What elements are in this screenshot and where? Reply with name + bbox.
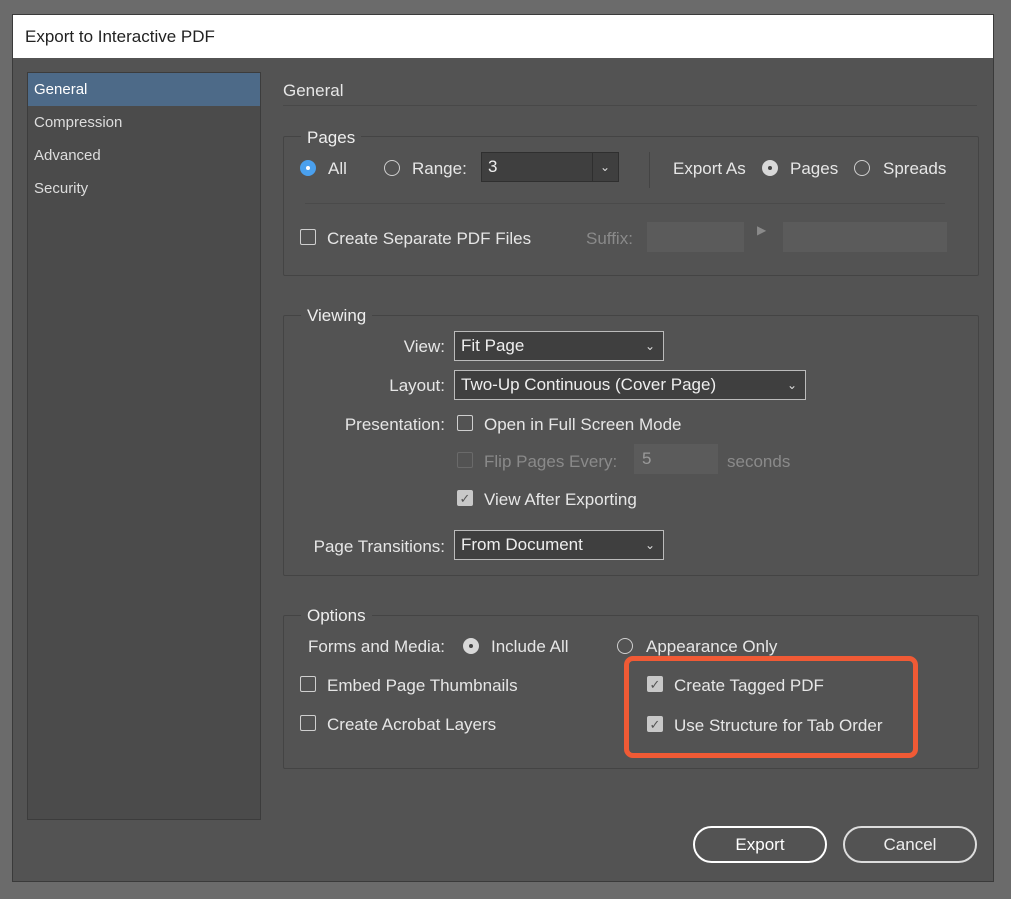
pages-radio[interactable] — [762, 160, 778, 176]
view-after-checkbox[interactable]: ✓ — [457, 490, 473, 506]
separate-pdf-label: Create Separate PDF Files — [327, 229, 531, 249]
export-dialog: Export to Interactive PDF General Compre… — [12, 14, 994, 882]
transitions-label: Page Transitions: — [314, 537, 445, 557]
range-radio[interactable] — [384, 160, 400, 176]
highlight-box — [624, 656, 918, 758]
pages-group — [283, 136, 979, 276]
all-radio[interactable] — [300, 160, 316, 176]
divider — [649, 152, 650, 188]
fullscreen-label: Open in Full Screen Mode — [484, 415, 682, 435]
dialog-title: Export to Interactive PDF — [13, 15, 993, 58]
pages-legend: Pages — [301, 128, 361, 148]
divider — [283, 105, 977, 106]
chevron-down-icon: ⌄ — [645, 531, 655, 559]
chevron-down-icon[interactable]: ⌄ — [592, 153, 610, 181]
export-button[interactable]: Export — [693, 826, 827, 863]
layout-label: Layout: — [389, 376, 445, 396]
sidebar-item-general[interactable]: General — [28, 73, 260, 106]
appearance-only-radio[interactable] — [617, 638, 633, 654]
range-combobox[interactable]: 3 ⌄ — [481, 152, 619, 182]
sidebar: General Compression Advanced Security — [27, 72, 261, 820]
view-after-label: View After Exporting — [484, 490, 637, 510]
layout-dropdown[interactable]: Two-Up Continuous (Cover Page) ⌄ — [454, 370, 806, 400]
tab-order-label: Use Structure for Tab Order — [674, 716, 883, 736]
suffix-label: Suffix: — [586, 229, 633, 249]
flip-pages-label: Flip Pages Every: — [484, 452, 617, 472]
triangle-right-icon: ▶ — [757, 223, 766, 237]
export-as-label: Export As — [673, 159, 746, 179]
range-value: 3 — [488, 157, 497, 176]
thumbnails-label: Embed Page Thumbnails — [327, 676, 518, 696]
thumbnails-checkbox[interactable] — [300, 676, 316, 692]
sidebar-item-advanced[interactable]: Advanced — [28, 139, 260, 172]
seconds-label: seconds — [727, 452, 790, 472]
fullscreen-checkbox[interactable] — [457, 415, 473, 431]
appearance-only-label: Appearance Only — [646, 637, 777, 657]
pages-label: Pages — [790, 159, 838, 179]
flip-pages-checkbox[interactable] — [457, 452, 473, 468]
chevron-down-icon: ⌄ — [645, 332, 655, 360]
view-label: View: — [404, 337, 445, 357]
view-value: Fit Page — [461, 336, 524, 355]
cancel-button[interactable]: Cancel — [843, 826, 977, 863]
divider — [305, 203, 945, 204]
suffix-input[interactable] — [647, 222, 744, 252]
layout-value: Two-Up Continuous (Cover Page) — [461, 375, 716, 394]
range-label: Range: — [412, 159, 467, 179]
options-legend: Options — [301, 606, 372, 626]
include-all-radio[interactable] — [463, 638, 479, 654]
tab-order-checkbox[interactable]: ✓ — [647, 716, 663, 732]
transitions-dropdown[interactable]: From Document ⌄ — [454, 530, 664, 560]
tagged-pdf-label: Create Tagged PDF — [674, 676, 824, 696]
tagged-pdf-checkbox[interactable]: ✓ — [647, 676, 663, 692]
sidebar-item-security[interactable]: Security — [28, 172, 260, 205]
spreads-radio[interactable] — [854, 160, 870, 176]
chevron-down-icon: ⌄ — [787, 371, 797, 399]
forms-media-label: Forms and Media: — [308, 637, 445, 657]
transitions-value: From Document — [461, 535, 583, 554]
presentation-label: Presentation: — [345, 415, 445, 435]
view-dropdown[interactable]: Fit Page ⌄ — [454, 331, 664, 361]
suffix-extra-input[interactable] — [783, 222, 947, 252]
section-heading: General — [283, 81, 343, 101]
viewing-legend: Viewing — [301, 306, 372, 326]
all-label: All — [328, 159, 347, 179]
acrobat-layers-checkbox[interactable] — [300, 715, 316, 731]
acrobat-layers-label: Create Acrobat Layers — [327, 715, 496, 735]
spreads-label: Spreads — [883, 159, 946, 179]
include-all-label: Include All — [491, 637, 569, 657]
sidebar-item-compression[interactable]: Compression — [28, 106, 260, 139]
separate-pdf-checkbox[interactable] — [300, 229, 316, 245]
flip-seconds-input[interactable]: 5 — [634, 444, 718, 474]
